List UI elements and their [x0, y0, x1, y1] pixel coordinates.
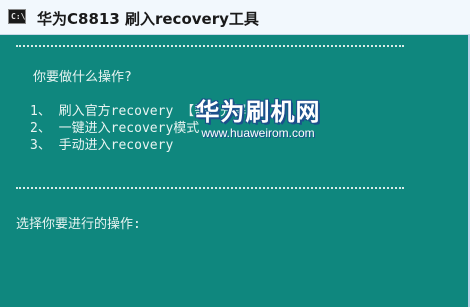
watermark-logo: 华为刷机网 www.huaweirom.com [173, 98, 343, 142]
input-prompt[interactable]: 选择你要进行的操作: [16, 213, 141, 232]
watermark-brand: 华为刷机网 [195, 98, 321, 126]
watermark-url: www.huaweirom.com [201, 126, 315, 140]
window-title: 华为C8813 刷入recovery工具 [37, 10, 259, 28]
separator-bottom [16, 187, 404, 189]
title-bar[interactable]: C:\ 华为C8813 刷入recovery工具 [0, 0, 470, 35]
separator-top [16, 45, 404, 47]
prompt-question: 你要做什么操作? [33, 70, 132, 85]
cmd-icon: C:\ [8, 9, 26, 24]
option-3: 3、 手动进入recovery [30, 138, 174, 153]
console-window: C:\ 华为C8813 刷入recovery工具 你要做什么操作? 1、 刷入官… [0, 0, 470, 307]
console-area[interactable]: 你要做什么操作? 1、 刷入官方recovery 【需要先解锁】 2、 一键进入… [0, 36, 468, 307]
